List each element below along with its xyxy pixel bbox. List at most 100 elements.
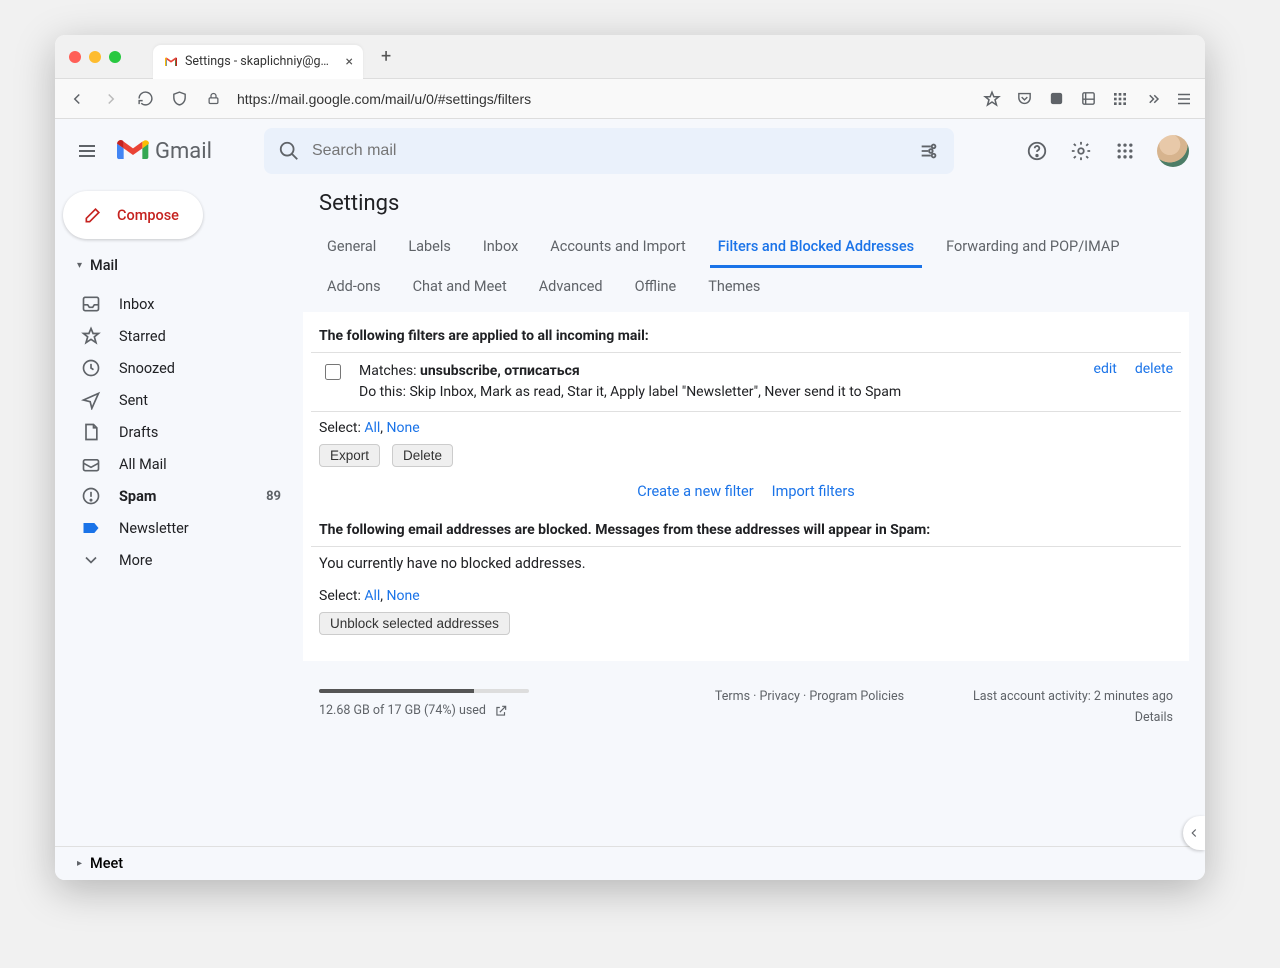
support-icon[interactable] <box>1025 139 1049 163</box>
file-icon <box>81 422 101 442</box>
search-input[interactable] <box>312 142 906 160</box>
tab-title: Settings - skaplichniy@gmail.co <box>185 54 340 69</box>
delete-filter-link[interactable]: delete <box>1135 361 1173 377</box>
select-all-link-2[interactable]: All <box>364 588 380 604</box>
tab-themes[interactable]: Themes <box>700 268 768 308</box>
activity-text: Last account activity: 2 minutes ago <box>973 689 1173 704</box>
settings-gear-icon[interactable] <box>1069 139 1093 163</box>
gmail-logo[interactable]: Gmail <box>117 139 212 164</box>
compose-button[interactable]: Compose <box>63 191 203 239</box>
main-menu-icon[interactable] <box>75 139 99 163</box>
sidebar-item-inbox[interactable]: Inbox <box>55 288 303 320</box>
blocked-heading: The following email addresses are blocke… <box>311 514 1181 546</box>
sidebar-item-sent[interactable]: Sent <box>55 384 303 416</box>
pocket-icon[interactable] <box>1015 90 1033 108</box>
browser-tab[interactable]: Settings - skaplichniy@gmail.co × <box>153 45 363 79</box>
tab-filters[interactable]: Filters and Blocked Addresses <box>710 228 922 268</box>
tab-offline[interactable]: Offline <box>627 268 685 308</box>
storage-bar <box>319 689 529 693</box>
maximize-window-button[interactable] <box>109 51 121 63</box>
apps-grid-icon[interactable] <box>1111 90 1129 108</box>
sidebar: Compose ▾ Mail Inbox Starred Snoozed Sen… <box>55 183 303 846</box>
mail-section-header[interactable]: ▾ Mail <box>55 253 303 278</box>
shield-icon[interactable] <box>169 89 189 109</box>
select-all-link[interactable]: All <box>364 420 380 436</box>
overflow-icon[interactable] <box>1143 90 1161 108</box>
address-bar[interactable] <box>237 91 969 107</box>
sidebar-item-drafts[interactable]: Drafts <box>55 416 303 448</box>
browser-titlebar: Settings - skaplichniy@gmail.co × + <box>55 35 1205 79</box>
select-none-link-2[interactable]: None <box>387 588 420 604</box>
chevron-down-icon: ▾ <box>77 260 82 271</box>
close-tab-icon[interactable]: × <box>346 54 353 70</box>
details-link[interactable]: Details <box>973 710 1173 725</box>
extension-icon-1[interactable] <box>1047 90 1065 108</box>
meet-section-header[interactable]: ▸ Meet <box>55 846 1205 880</box>
external-link-icon[interactable] <box>494 704 508 718</box>
forward-button[interactable] <box>101 89 121 109</box>
window-controls <box>69 51 121 63</box>
filter-row: Matches: unsubscribe, отписаться Do this… <box>311 352 1181 412</box>
delete-button[interactable]: Delete <box>392 444 453 467</box>
new-tab-button[interactable]: + <box>381 46 391 67</box>
chevron-right-icon: ▸ <box>77 858 82 869</box>
select-none-link[interactable]: None <box>387 420 420 436</box>
tab-chat[interactable]: Chat and Meet <box>405 268 515 308</box>
sidebar-item-starred[interactable]: Starred <box>55 320 303 352</box>
edit-filter-link[interactable]: edit <box>1094 361 1117 377</box>
extension-icon-2[interactable] <box>1079 90 1097 108</box>
sidebar-item-spam[interactable]: Spam89 <box>55 480 303 512</box>
minimize-window-button[interactable] <box>89 51 101 63</box>
app-name: Gmail <box>155 139 212 164</box>
star-icon <box>81 326 101 346</box>
reload-button[interactable] <box>135 89 155 109</box>
tab-advanced[interactable]: Advanced <box>531 268 611 308</box>
filters-heading: The following filters are applied to all… <box>311 320 1181 352</box>
label-icon <box>81 518 101 538</box>
search-bar[interactable] <box>264 128 954 174</box>
back-button[interactable] <box>67 89 87 109</box>
sidebar-item-snoozed[interactable]: Snoozed <box>55 352 303 384</box>
clock-icon <box>81 358 101 378</box>
search-options-icon[interactable] <box>918 140 940 162</box>
compose-label: Compose <box>117 207 179 224</box>
gmail-favicon <box>163 54 179 70</box>
sidebar-item-newsletter[interactable]: Newsletter <box>55 512 303 544</box>
send-icon <box>81 390 101 410</box>
tab-general[interactable]: General <box>319 228 384 268</box>
tab-labels[interactable]: Labels <box>400 228 459 268</box>
stack-icon <box>81 454 101 474</box>
lock-icon[interactable] <box>203 89 223 109</box>
dothis-label: Do this: <box>359 384 409 400</box>
close-window-button[interactable] <box>69 51 81 63</box>
filter-checkbox[interactable] <box>325 364 341 380</box>
tab-inbox[interactable]: Inbox <box>475 228 526 268</box>
google-apps-icon[interactable] <box>1113 139 1137 163</box>
page-title: Settings <box>303 183 1189 228</box>
create-filter-link[interactable]: Create a new filter <box>637 483 753 500</box>
storage-text: 12.68 GB of 17 GB (74%) used <box>319 703 486 718</box>
matches-value: unsubscribe, отписаться <box>420 363 580 379</box>
browser-toolbar <box>55 79 1205 119</box>
app-header: Gmail <box>55 119 1205 183</box>
sidebar-item-allmail[interactable]: All Mail <box>55 448 303 480</box>
tab-forwarding[interactable]: Forwarding and POP/IMAP <box>938 228 1127 268</box>
hamburger-menu-icon[interactable] <box>1175 90 1193 108</box>
tab-addons[interactable]: Add-ons <box>319 268 389 308</box>
policies-link[interactable]: Program Policies <box>809 689 904 704</box>
main-content: Settings General Labels Inbox Accounts a… <box>303 183 1205 846</box>
select-label: Select: <box>319 420 364 436</box>
no-blocked-text: You currently have no blocked addresses. <box>311 546 1181 580</box>
chevron-down-icon <box>81 550 101 570</box>
import-filters-link[interactable]: Import filters <box>772 483 855 500</box>
sidebar-item-more[interactable]: More <box>55 544 303 576</box>
select-label-2: Select: <box>319 588 364 604</box>
bookmark-star-icon[interactable] <box>983 90 1001 108</box>
export-button[interactable]: Export <box>319 444 380 467</box>
terms-link[interactable]: Terms <box>715 689 750 704</box>
tab-accounts[interactable]: Accounts and Import <box>542 228 693 268</box>
unblock-button[interactable]: Unblock selected addresses <box>319 612 510 635</box>
privacy-link[interactable]: Privacy <box>760 689 800 704</box>
matches-label: Matches: <box>359 363 420 379</box>
account-avatar[interactable] <box>1157 135 1189 167</box>
